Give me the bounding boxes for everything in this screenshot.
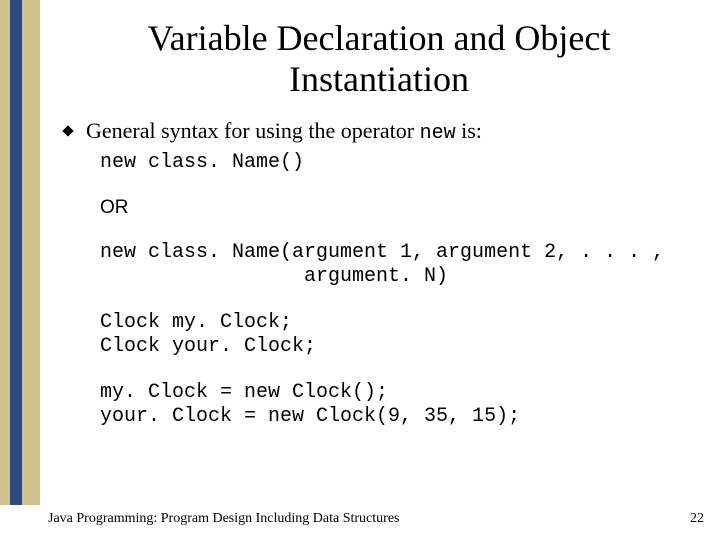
code-declarations: Clock my. Clock; Clock your. Clock;	[100, 311, 698, 359]
page-number: 22	[690, 511, 704, 527]
bullet-suffix: is:	[456, 118, 482, 143]
bullet-keyword: new	[420, 122, 456, 145]
code-assignments: my. Clock = new Clock(); your. Clock = n…	[100, 381, 698, 429]
sidebar-stripes	[0, 0, 52, 505]
slide-title: Variable Declaration and Object Instanti…	[60, 18, 698, 101]
diamond-bullet-icon	[62, 125, 73, 136]
or-label: OR	[100, 197, 698, 219]
footer-text: Java Programming: Program Design Includi…	[48, 511, 399, 527]
bullet-prefix: General syntax for using the operator	[86, 118, 420, 143]
bullet-item: General syntax for using the operator ne…	[60, 117, 698, 147]
bullet-text: General syntax for using the operator ne…	[86, 117, 482, 147]
code-syntax-1: new class. Name()	[100, 151, 698, 175]
code-syntax-2: new class. Name(argument 1, argument 2, …	[100, 241, 698, 289]
slide-footer: Java Programming: Program Design Includi…	[0, 505, 720, 540]
slide-content: Variable Declaration and Object Instanti…	[52, 0, 720, 540]
